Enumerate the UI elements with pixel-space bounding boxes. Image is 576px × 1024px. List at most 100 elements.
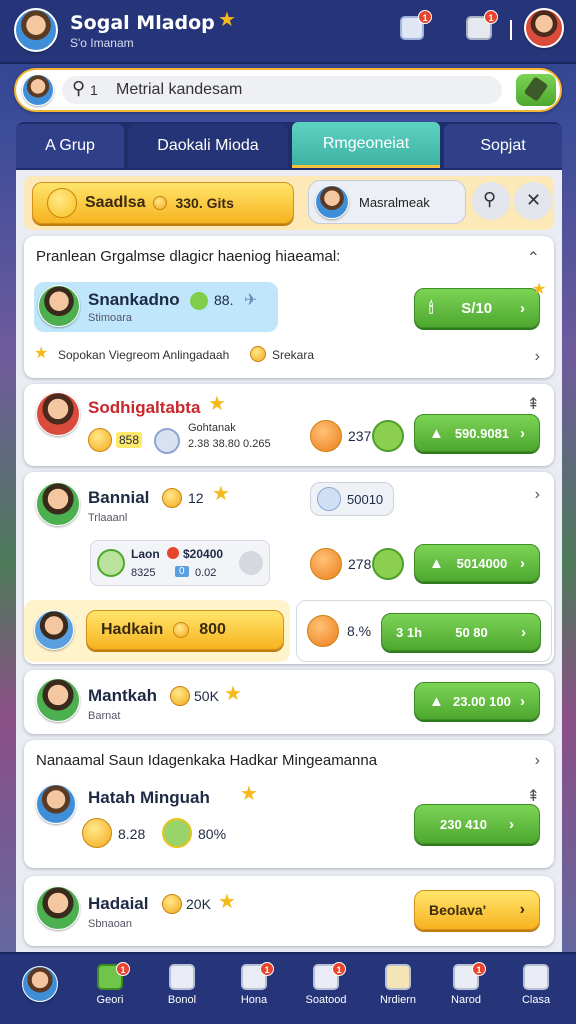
- divider: [510, 20, 512, 40]
- tab-sopjat[interactable]: Sopjat: [444, 124, 562, 168]
- section-card-1: Pranlean Grgalmse dlagicr haeniog hiaeam…: [24, 236, 554, 378]
- card3-action-label: 5014000: [456, 555, 508, 571]
- profile-avatar[interactable]: [14, 8, 58, 52]
- friend-avatar[interactable]: [524, 8, 564, 48]
- nav-geori[interactable]: 1 Geori: [78, 960, 142, 1020]
- pin-icon[interactable]: ⇞: [527, 786, 540, 806]
- section-card-2: Nanaamal Saun Idagenkaka Hadkar Mingeama…: [24, 740, 554, 868]
- top-bar: Sogal Mladop ★ S'o Imanam 1 1: [0, 0, 576, 64]
- notification-badge: 1: [260, 962, 274, 976]
- nav-bonol[interactable]: Bonol: [150, 960, 214, 1020]
- player-chip[interactable]: Masralmeak: [308, 180, 466, 224]
- star-icon: ★: [218, 9, 236, 31]
- lamp-icon: 🕯: [429, 299, 434, 317]
- nav-hona[interactable]: 1 Hona: [222, 960, 286, 1020]
- nav-narod[interactable]: 1 Narod: [434, 960, 498, 1020]
- tab-daokali-mioda[interactable]: Daokali Mioda: [128, 124, 288, 168]
- smiley-icon: [82, 818, 112, 848]
- store-icon: [385, 964, 411, 990]
- edit-button[interactable]: [516, 74, 556, 106]
- player-name: Snankadno: [88, 290, 180, 309]
- card3-action-button[interactable]: ▲ 5014000 ›: [414, 544, 540, 582]
- card2-sub2: 2.38 38.80 0.265: [188, 438, 271, 450]
- chevron-right-icon[interactable]: ›: [535, 752, 540, 770]
- player-avatar: [36, 784, 76, 824]
- search-icon: ⚲: [72, 78, 86, 98]
- orange-coin-icon: [307, 615, 339, 647]
- chevron-right-icon: ›: [521, 623, 526, 641]
- coin-icon: [162, 488, 182, 508]
- tab-a-grup[interactable]: A Grup: [16, 124, 124, 168]
- inventory-icon[interactable]: 1: [400, 10, 432, 40]
- notification-badge: 1: [472, 962, 486, 976]
- check-icon: [190, 292, 208, 310]
- hadkain-row: Hadkain 800: [24, 600, 290, 662]
- briefcase-icon: [523, 964, 549, 990]
- coin-value: 330. Gits: [175, 195, 234, 211]
- reward-box: 8.% 3 1h 50 80 ›: [296, 600, 552, 662]
- notification-badge: 1: [116, 962, 130, 976]
- hadkain-button[interactable]: Hadkain 800: [86, 610, 284, 650]
- pill-icon: [162, 818, 192, 848]
- pin-icon[interactable]: ⇞: [527, 394, 540, 414]
- player-chip-label: Masralmeak: [359, 195, 430, 210]
- hadkain-label: Hadkain: [101, 621, 164, 638]
- notification-badge: 1: [484, 10, 498, 24]
- star-icon: ★: [532, 281, 547, 298]
- collapse-icon[interactable]: ⌃: [527, 248, 540, 268]
- close-icon: ✕: [526, 190, 542, 210]
- mini-sub-1: 8325: [131, 567, 156, 579]
- messages-icon[interactable]: 1: [466, 10, 498, 40]
- tree-icon: ▲: [429, 424, 444, 442]
- s10-button[interactable]: 🕯 S/10 ›: [414, 288, 540, 328]
- nav-clasa[interactable]: Clasa: [504, 960, 568, 1020]
- player-sub: Stimoara: [88, 312, 133, 324]
- player-sub: Barnat: [88, 710, 121, 722]
- player-card-4: Mantkah 50K ★ Barnat ▲ 23.00 100 ›: [24, 670, 554, 734]
- chevron-right-icon[interactable]: ›: [535, 348, 540, 366]
- tree-icon: ▲: [429, 554, 444, 572]
- tree-icon: [372, 548, 404, 580]
- star-icon: ★: [224, 683, 242, 705]
- nav-label: Nrdiern: [379, 994, 417, 1006]
- section2-stat-1: 8.28: [118, 826, 146, 842]
- pill-value: 50010: [347, 492, 384, 507]
- mini-value: $20400: [183, 547, 224, 561]
- hadkain-value: 800: [199, 621, 226, 638]
- notification-badge: 1: [418, 10, 432, 24]
- nav-soatood[interactable]: 1 Soatood: [294, 960, 358, 1020]
- card4-action-button[interactable]: ▲ 23.00 100 ›: [414, 682, 540, 720]
- card6-action-button[interactable]: Beolava' ›: [414, 890, 540, 930]
- nav-profile[interactable]: [8, 960, 72, 1020]
- alert-icon: [167, 547, 179, 559]
- status-pill[interactable]: 50010: [310, 482, 394, 516]
- player-value: 12: [188, 490, 204, 506]
- card2-action-button[interactable]: ▲ 590.9081 ›: [414, 414, 540, 452]
- tab-rmgeoneiat[interactable]: Rmgeoneiat: [292, 122, 440, 168]
- section-footer-2: Srekara: [272, 348, 315, 362]
- player-avatar: [36, 678, 80, 722]
- search-input[interactable]: ⚲ 1 Metrial kandesam: [62, 76, 502, 104]
- section-heading: Pranlean Grgalmse dlagicr haeniog hiaeam…: [36, 248, 341, 265]
- player-row[interactable]: Snankadno 88. ✈ Stimoara: [34, 282, 278, 332]
- player-name: Hatah Minguah: [88, 788, 210, 807]
- star-icon: ★: [208, 393, 226, 415]
- chevron-right-icon[interactable]: ›: [535, 486, 540, 504]
- search-bar: ⚲ 1 Metrial kandesam: [14, 68, 562, 112]
- star-icon: ★: [240, 783, 258, 805]
- section2-action-button[interactable]: 230 410 ›: [414, 804, 540, 844]
- chevron-right-icon: ›: [519, 554, 525, 572]
- star-icon: ★: [218, 891, 236, 913]
- player-card-6: Hadaial 20K ★ Sbnaoan Beolava' ›: [24, 876, 554, 946]
- saadlsa-button[interactable]: Saadlsa 330. Gits: [32, 182, 294, 224]
- reward-button[interactable]: 3 1h 50 80 ›: [381, 613, 541, 651]
- mini-stat-box: Laon $20400 8325 0 0.02: [90, 540, 270, 586]
- close-button[interactable]: ✕: [514, 182, 552, 220]
- coin-icon: [153, 196, 168, 210]
- search-round-button[interactable]: ⚲: [472, 182, 510, 220]
- chevron-right-icon: ›: [509, 815, 514, 833]
- saadlsa-label: Saadlsa: [85, 194, 146, 211]
- search-icon[interactable]: [239, 551, 263, 575]
- search-avatar[interactable]: [22, 74, 54, 106]
- nav-nrdiern[interactable]: Nrdiern: [366, 960, 430, 1020]
